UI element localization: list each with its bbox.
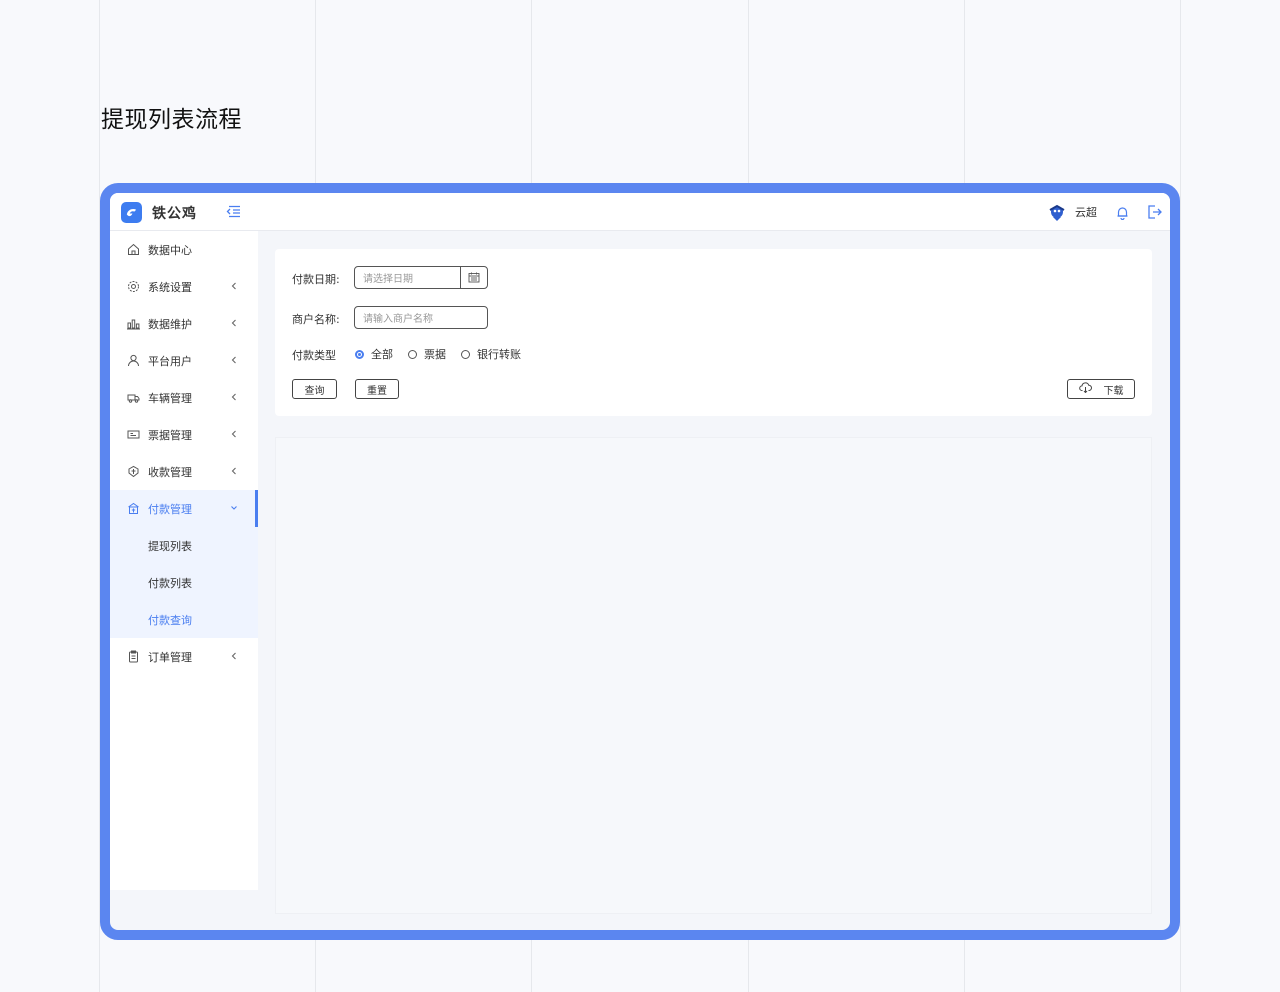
- cloud-download-icon: [1078, 382, 1092, 396]
- bell-icon[interactable]: [1115, 205, 1130, 220]
- sidebar-item-label: 收款管理: [148, 465, 192, 479]
- chevron-left-icon: [230, 651, 238, 661]
- radio-label: 银行转账: [477, 348, 521, 361]
- radio-ticket[interactable]: 票据: [408, 346, 446, 362]
- sidebar-item-label: 付款管理: [148, 502, 192, 516]
- radio-unchecked-icon: [408, 349, 417, 359]
- chevron-left-icon: [230, 429, 238, 439]
- bar-chart-icon: [127, 317, 140, 330]
- radio-label: 票据: [424, 348, 446, 361]
- logout-icon[interactable]: [1146, 204, 1162, 220]
- order-icon: [127, 650, 140, 663]
- chevron-left-icon: [230, 281, 238, 291]
- truck-icon: [127, 391, 140, 404]
- calendar-icon[interactable]: [460, 267, 487, 288]
- sidebar-subitem-withdrawal-list[interactable]: 提现列表: [110, 527, 258, 564]
- top-bar: 铁公鸡 云超: [110, 193, 1170, 231]
- payment-icon: [127, 502, 140, 515]
- sidebar-item-collections[interactable]: 收款管理: [110, 453, 258, 490]
- gear-icon: [127, 280, 140, 293]
- sidebar-item-data-maintenance[interactable]: 数据维护: [110, 305, 258, 342]
- sidebar-item-label: 订单管理: [148, 650, 192, 664]
- radio-bank-transfer[interactable]: 银行转账: [461, 346, 521, 362]
- chevron-left-icon: [230, 355, 238, 365]
- avatar[interactable]: [1047, 202, 1067, 222]
- sidebar-item-platform-users[interactable]: 平台用户: [110, 342, 258, 379]
- merchant-input[interactable]: 请输入商户名称: [354, 306, 488, 329]
- sidebar: 数据中心 系统设置 数据维护 平台用户 车辆管理 票据管理 收款管理 付款管理 …: [110, 231, 258, 890]
- results-panel: [275, 437, 1152, 914]
- logo-icon: [121, 202, 142, 223]
- date-label: 付款日期:: [292, 273, 340, 286]
- sidebar-item-orders[interactable]: 订单管理: [110, 638, 258, 675]
- chevron-left-icon: [230, 318, 238, 328]
- sidebar-item-label: 数据中心: [148, 243, 192, 257]
- brand-name: 铁公鸡: [152, 206, 197, 222]
- date-picker[interactable]: 请选择日期: [354, 266, 488, 289]
- sidebar-item-label: 数据维护: [148, 317, 192, 331]
- payments-submenu: 提现列表 付款列表 付款查询: [110, 527, 258, 638]
- radio-label: 全部: [371, 348, 393, 361]
- reset-button[interactable]: 重置: [355, 379, 399, 399]
- receive-money-icon: [127, 465, 140, 478]
- radio-checked-icon: [355, 349, 364, 359]
- page-title: 提现列表流程: [101, 107, 242, 133]
- sidebar-item-label: 平台用户: [148, 354, 192, 368]
- merchant-label: 商户名称:: [292, 313, 340, 326]
- app-frame: 铁公鸡 云超 数据中心 系统设置 数据维护 平台用户 车辆管理 票据管理 收款管…: [100, 183, 1180, 940]
- home-icon: [127, 243, 140, 256]
- sidebar-subitem-payment-query[interactable]: 付款查询: [110, 601, 258, 638]
- chevron-left-icon: [230, 466, 238, 476]
- grid-line: [1180, 0, 1181, 992]
- radio-all[interactable]: 全部: [355, 346, 393, 362]
- filter-panel: 付款日期: 请选择日期 商户名称: 请输入商户名称 付款类型 全部 票据 银行转…: [275, 249, 1152, 416]
- sidebar-item-label: 系统设置: [148, 280, 192, 294]
- sidebar-item-label: 票据管理: [148, 428, 192, 442]
- type-label: 付款类型: [292, 349, 336, 362]
- query-button[interactable]: 查询: [292, 379, 337, 399]
- menu-collapse-icon[interactable]: [226, 204, 241, 219]
- chevron-down-icon: [230, 503, 238, 513]
- chevron-left-icon: [230, 392, 238, 402]
- sidebar-item-settings[interactable]: 系统设置: [110, 268, 258, 305]
- radio-unchecked-icon: [461, 349, 470, 359]
- sidebar-item-tickets[interactable]: 票据管理: [110, 416, 258, 453]
- download-label: 下载: [1103, 385, 1124, 397]
- download-button[interactable]: 下载: [1067, 379, 1135, 399]
- sidebar-subitem-payment-list[interactable]: 付款列表: [110, 564, 258, 601]
- merchant-placeholder: 请输入商户名称: [363, 314, 433, 325]
- ticket-icon: [127, 428, 140, 441]
- user-name[interactable]: 云超: [1075, 204, 1097, 220]
- user-icon: [127, 354, 140, 367]
- sidebar-item-payments[interactable]: 付款管理: [110, 490, 258, 527]
- sidebar-item-data-center[interactable]: 数据中心: [110, 231, 258, 268]
- payment-type-radio-group: 全部 票据 银行转账: [355, 346, 536, 362]
- sidebar-item-vehicles[interactable]: 车辆管理: [110, 379, 258, 416]
- date-placeholder: 请选择日期: [363, 274, 413, 285]
- sidebar-item-label: 车辆管理: [148, 391, 192, 405]
